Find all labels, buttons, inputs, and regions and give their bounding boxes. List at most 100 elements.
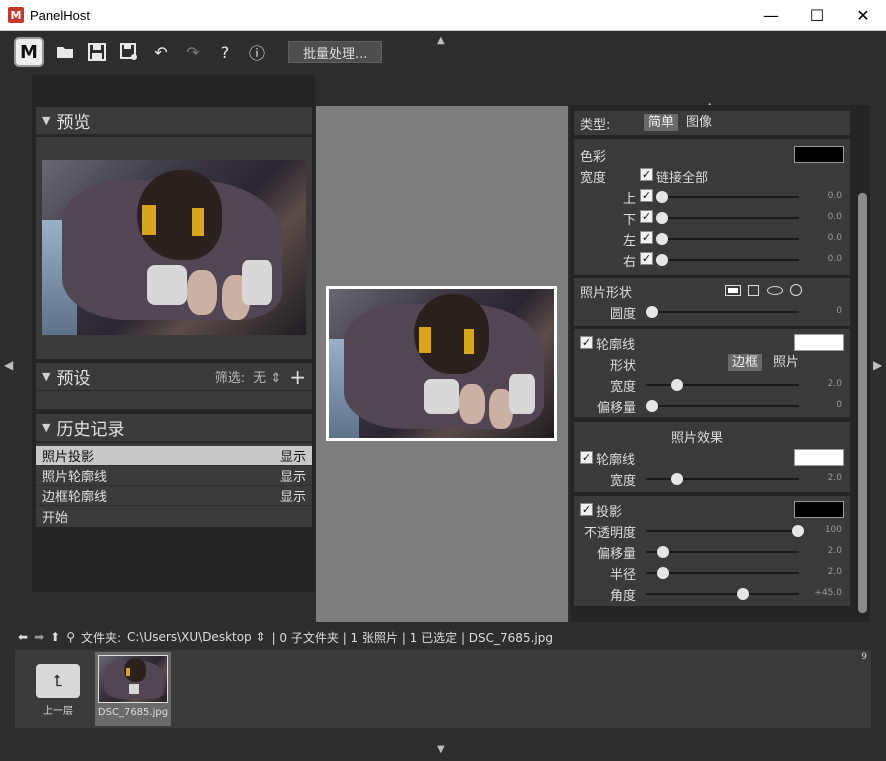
history-item[interactable]: 照片投影 显示 (36, 446, 312, 466)
shadow-checkbox[interactable]: ✓ (580, 503, 593, 516)
undo-icon[interactable]: ↶ (150, 41, 172, 63)
save-as-icon[interactable] (118, 41, 140, 63)
presets-section-header[interactable]: ▼ 预设 筛选: 无 ⇕ + (36, 363, 312, 391)
outline-width-slider[interactable] (646, 379, 799, 391)
maximize-button[interactable]: ☐ (794, 0, 840, 31)
shadow-color-swatch[interactable] (794, 501, 844, 518)
photo-thumbnail-caption: DSC_7685.jpg (97, 707, 169, 718)
opacity-slider[interactable] (646, 525, 804, 537)
collapse-bottom-arrow-icon[interactable]: ▼ (437, 744, 445, 755)
slider-knob[interactable] (656, 254, 668, 266)
top-checkbox[interactable]: ✓ (640, 189, 653, 202)
slider-knob[interactable] (657, 567, 669, 579)
slider-knob[interactable] (646, 400, 658, 412)
slider-knob[interactable] (656, 191, 668, 203)
right-panel-scrollbar[interactable] (856, 105, 868, 622)
outline-color-swatch[interactable] (794, 334, 844, 351)
offset-slider[interactable] (646, 400, 799, 412)
history-item[interactable]: 开始 (36, 506, 312, 526)
outline-width-label: 宽度 (609, 380, 636, 395)
collapse-right-arrow-icon[interactable]: ▶ (873, 358, 882, 372)
border-section: 色彩 宽度 ✓ 链接全部 上 ✓ 0.0 下 ✓ 0.0 左 ✓ 0.0 右 ✓… (574, 139, 850, 275)
up-folder-item[interactable]: ⮤ 上一层 (19, 652, 97, 726)
back-arrow-icon[interactable]: ⬅ (18, 630, 28, 644)
right-slider[interactable] (656, 254, 799, 266)
shape-circle-icon[interactable] (790, 284, 802, 296)
shape-ellipse-icon[interactable] (767, 286, 783, 295)
add-preset-icon[interactable]: + (289, 365, 306, 389)
collapse-left-arrow-icon[interactable]: ◀ (4, 358, 13, 372)
shape-rect-filled-icon[interactable] (725, 285, 741, 296)
slider-knob[interactable] (657, 546, 669, 558)
help-icon[interactable]: ? (214, 41, 236, 63)
slider-knob[interactable] (656, 233, 668, 245)
history-item[interactable]: 边框轮廓线 显示 (36, 486, 312, 506)
open-folder-icon[interactable] (54, 41, 76, 63)
left-checkbox[interactable]: ✓ (640, 231, 653, 244)
presets-filter-select[interactable]: 无 ⇕ (253, 367, 281, 386)
preview-panel (36, 137, 312, 359)
close-button[interactable]: ✕ (840, 0, 886, 31)
folder-up-icon: ⮤ (36, 664, 80, 698)
top-label: 上 (622, 192, 636, 207)
window-title: PanelHost (30, 7, 90, 23)
link-all-label: 链接全部 (656, 171, 709, 186)
bottom-checkbox[interactable]: ✓ (640, 210, 653, 223)
forward-arrow-icon[interactable]: ➡ (34, 630, 44, 644)
left-slider[interactable] (656, 233, 799, 245)
bottom-slider[interactable] (656, 212, 799, 224)
radius-label: 半径 (609, 568, 636, 583)
save-icon[interactable] (86, 41, 108, 63)
photo-effect-title: 照片效果 (670, 431, 723, 446)
up-arrow-icon[interactable]: ⬆ (50, 630, 60, 644)
top-value: 0.0 (827, 191, 842, 201)
slider-knob[interactable] (737, 588, 749, 600)
right-label: 右 (622, 255, 636, 270)
shadow-offset-label: 偏移量 (596, 547, 636, 562)
slider-knob[interactable] (646, 306, 658, 318)
angle-slider[interactable] (646, 588, 799, 600)
preview-section-header[interactable]: ▼ 预览 (36, 107, 312, 135)
type-image-tab[interactable]: 图像 (682, 114, 716, 131)
shadow-section: ✓ 投影 不透明度 100 偏移量 2.0 半径 2.0 角度 +45.0 (574, 496, 850, 606)
shape-border-tab[interactable]: 边框 (728, 354, 763, 371)
effect-outline-checkbox[interactable]: ✓ (580, 451, 593, 464)
app-logo[interactable]: M (14, 37, 44, 67)
filmstrip: ⮤ 上一层 DSC_7685.jpg 9 (15, 650, 871, 728)
shape-square-icon[interactable] (748, 285, 759, 296)
history-section-header[interactable]: ▼ 历史记录 (36, 414, 312, 442)
width-label: 宽度 (580, 171, 607, 186)
collapse-triangle-icon: ▼ (42, 370, 51, 383)
slider-knob[interactable] (671, 473, 683, 485)
roundness-slider[interactable] (646, 306, 799, 318)
photo-thumbnail-item[interactable]: DSC_7685.jpg (95, 652, 171, 726)
slider-knob[interactable] (656, 212, 668, 224)
right-checkbox[interactable]: ✓ (640, 252, 653, 265)
left-value: 0.0 (827, 233, 842, 243)
search-icon[interactable]: ⚲ (66, 630, 75, 644)
bottom-value: 0.0 (827, 212, 842, 222)
border-color-swatch[interactable] (794, 146, 844, 163)
link-all-checkbox[interactable]: ✓ (640, 168, 653, 181)
shape-sub-label: 形状 (609, 359, 636, 374)
effect-width-slider[interactable] (646, 473, 799, 485)
canvas-photo[interactable] (326, 286, 557, 441)
folder-path-select[interactable]: C:\Users\XU\Desktop ⇕ (127, 630, 266, 644)
effect-outline-color-swatch[interactable] (794, 449, 844, 466)
type-simple-tab[interactable]: 简单 (644, 114, 679, 131)
info-icon[interactable]: ⓘ (246, 41, 268, 63)
collapse-top-arrow-icon[interactable]: ▲ (437, 35, 445, 46)
history-item[interactable]: 照片轮廓线 显示 (36, 466, 312, 486)
color-label: 色彩 (580, 150, 607, 165)
shape-photo-tab[interactable]: 照片 (769, 354, 803, 371)
minimize-button[interactable]: — (748, 0, 794, 31)
history-list: 照片投影 显示 照片轮廓线 显示 边框轮廓线 显示 开始 (36, 443, 312, 527)
redo-icon[interactable]: ↷ (182, 41, 204, 63)
radius-slider[interactable] (646, 567, 799, 579)
scrollbar-thumb[interactable] (858, 193, 867, 613)
shadow-offset-slider[interactable] (646, 546, 799, 558)
outline-checkbox[interactable]: ✓ (580, 336, 593, 349)
slider-knob[interactable] (671, 379, 683, 391)
top-slider[interactable] (656, 191, 799, 203)
batch-process-button[interactable]: 批量处理... (288, 41, 383, 63)
